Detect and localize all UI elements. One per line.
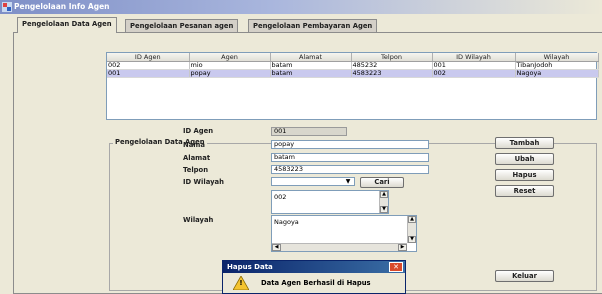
table-cell: 002 [432,69,516,78]
hapus-data-dialog[interactable]: Hapus Data ✕ ! Data Agen Berhasil di Hap… [222,260,406,294]
tab-pengelolaan-pesanan-agen[interactable]: Pengelolaan Pesanan agen [125,19,239,32]
table-cell: popay [189,69,271,78]
table-cell: 001 [107,69,190,78]
cari-button[interactable]: Cari [360,177,404,188]
app-icon [2,2,12,12]
column-header-telpon[interactable]: Telpon [351,53,433,62]
id-wilayah-list-item[interactable]: 002 [274,193,286,201]
alamat-field[interactable]: batam [271,153,429,162]
table-row[interactable]: 002 mio batam 485232 001 TibanJodoh [107,61,599,70]
nama-label: Nama [183,141,205,149]
scroll-right-icon[interactable]: ▶ [398,244,407,251]
dialog-message: Data Agen Berhasil di Hapus [261,279,371,287]
keluar-button[interactable]: Keluar [495,270,554,282]
table-cell: 4583223 [351,69,433,78]
id-wilayah-combo[interactable]: ▼ [271,177,355,186]
table-cell: 002 [107,61,190,70]
scroll-down-icon[interactable]: ▼ [380,206,388,213]
column-header-id-wilayah[interactable]: ID Wilayah [432,53,516,62]
vertical-scrollbar[interactable]: ▲ ▼ [407,216,416,243]
wilayah-label: Wilayah [183,216,214,224]
reset-button[interactable]: Reset [495,185,554,197]
table-cell: mio [189,61,271,70]
hapus-button[interactable]: Hapus [495,169,554,181]
dialog-title-bar[interactable]: Hapus Data [223,261,405,273]
window-title: Pengelolaan Info Agen [14,2,110,11]
column-header-agen[interactable]: Agen [189,53,271,62]
warning-mark: ! [239,279,243,287]
scroll-left-icon[interactable]: ◀ [272,244,281,251]
wilayah-list[interactable]: Nagoya ▲ ▼ ◀ ▶ [271,215,417,252]
vertical-scrollbar[interactable]: ▲ ▼ [379,191,388,213]
table-cell: TibanJodoh [515,61,599,70]
dialog-title: Hapus Data [227,263,273,271]
table-cell: 001 [432,61,516,70]
scroll-down-icon[interactable]: ▼ [408,236,416,243]
table-cell: 485232 [351,61,433,70]
tab-pengelolaan-pembayaran-agen[interactable]: Pengelolaan Pembayaran Agen [248,19,378,32]
window-title-bar: Pengelolaan Info Agen [0,0,602,14]
id-wilayah-label: ID Wilayah [183,178,224,186]
scroll-up-icon[interactable]: ▲ [380,191,388,198]
table-header-row: ID Agen Agen Alamat Telpon ID Wilayah Wi… [107,53,599,62]
telpon-label: Telpon [183,166,209,174]
table-row-selected[interactable]: 001 popay batam 4583223 002 Nagoya [107,69,599,78]
ubah-button[interactable]: Ubah [495,153,554,165]
id-agen-label: ID Agen [183,127,214,135]
agent-table[interactable]: ID Agen Agen Alamat Telpon ID Wilayah Wi… [106,52,599,120]
close-icon[interactable]: ✕ [389,262,403,272]
alamat-label: Alamat [183,154,211,162]
scroll-up-icon[interactable]: ▲ [408,216,416,223]
table-cell: Nagoya [515,69,599,78]
column-header-alamat[interactable]: Alamat [270,53,352,62]
tambah-button[interactable]: Tambah [495,137,554,149]
id-agen-field: 001 [271,127,347,136]
column-header-wilayah[interactable]: Wilayah [515,53,599,62]
column-header-id-agen[interactable]: ID Agen [107,53,190,62]
chevron-down-icon[interactable]: ▼ [343,178,353,185]
telpon-field[interactable]: 4583223 [271,165,429,174]
id-wilayah-list[interactable]: 002 ▲ ▼ [271,190,389,214]
wilayah-list-item[interactable]: Nagoya [274,218,299,226]
table-cell: batam [270,61,352,70]
table-cell: batam [270,69,352,78]
nama-field[interactable]: popay [271,140,429,149]
tab-pengelolaan-data-agen[interactable]: Pengelolaan Data Agen [17,17,117,33]
horizontal-scrollbar[interactable]: ◀ ▶ [272,243,407,251]
